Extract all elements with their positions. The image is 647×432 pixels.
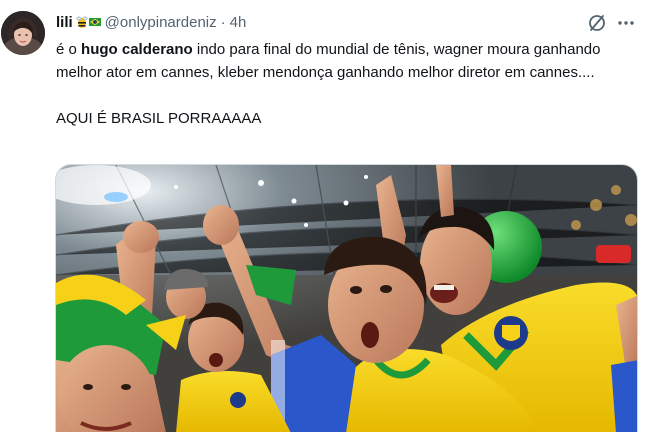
avatar[interactable] bbox=[1, 11, 45, 55]
header-separator: · bbox=[220, 13, 226, 31]
tweet-text-paragraph-1: é o hugo calderano indo para final do mu… bbox=[56, 38, 636, 84]
tweet: lili @onlypinardeniz · 4h é o hugo calde… bbox=[0, 0, 647, 432]
avatar-image bbox=[1, 11, 45, 55]
bee-emoji-icon bbox=[76, 16, 88, 28]
tweet-header: lili @onlypinardeniz · 4h bbox=[56, 11, 246, 33]
display-name[interactable]: lili bbox=[56, 14, 73, 31]
tweet-media-photo[interactable] bbox=[55, 164, 638, 432]
more-dots-icon bbox=[618, 21, 634, 25]
tweet-text: é o hugo calderano indo para final do mu… bbox=[56, 38, 636, 130]
user-handle[interactable]: @onlypinardeniz bbox=[105, 14, 217, 31]
fans-celebrating-photo bbox=[56, 165, 637, 432]
text-segment: é o bbox=[56, 41, 82, 58]
name-emoji-icon bbox=[76, 15, 101, 29]
text-bold-segment: hugo calderano bbox=[81, 41, 193, 58]
grok-slash-circle-icon bbox=[589, 15, 605, 31]
brazil-flag-emoji-icon bbox=[88, 18, 101, 26]
tweet-text-paragraph-2: AQUI É BRASIL PORRAAAAA bbox=[56, 110, 262, 127]
more-options-button[interactable] bbox=[614, 11, 638, 35]
tweet-timestamp[interactable]: 4h bbox=[230, 14, 247, 31]
grok-button[interactable] bbox=[585, 11, 609, 35]
